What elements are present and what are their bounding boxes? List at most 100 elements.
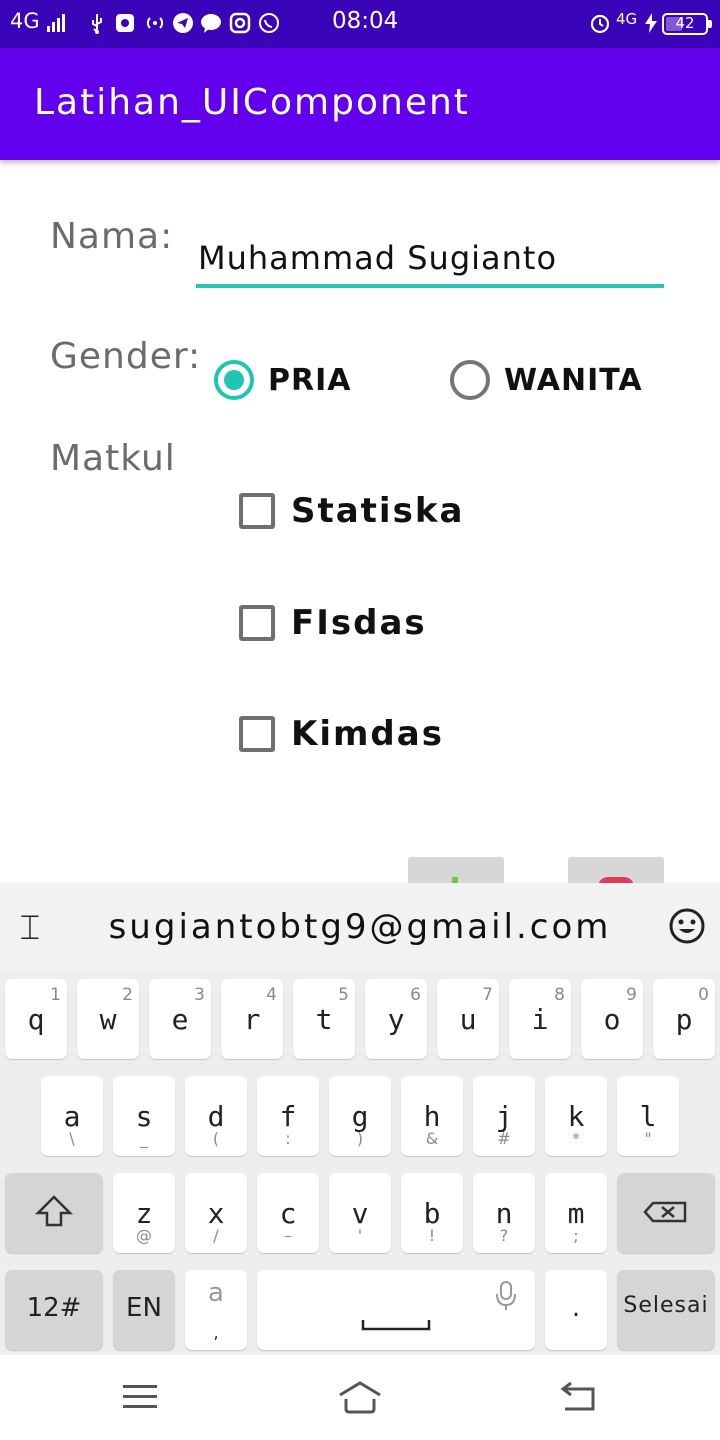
key-y[interactable]: 6y	[365, 979, 427, 1059]
radio-wanita[interactable]: WANITA	[450, 360, 643, 400]
network-type-secondary: 4G	[616, 10, 638, 28]
checkbox-statiska-label: Statiska	[291, 491, 465, 531]
backspace-icon	[643, 1201, 687, 1223]
hotspot-icon	[144, 12, 166, 34]
checkbox-statiska[interactable]: Statiska	[239, 491, 464, 531]
suggestion-text[interactable]: sugiantobtg9@gmail.com	[0, 907, 720, 947]
checkbox-fisdas-label: FIsdas	[291, 603, 427, 643]
alarm-icon	[589, 12, 611, 34]
usb-icon	[86, 12, 108, 34]
key-symbol: *	[572, 1129, 580, 1148]
key-c[interactable]: c –	[257, 1173, 319, 1253]
key-b[interactable]: b!	[401, 1173, 463, 1253]
key-symbol: @	[136, 1226, 152, 1245]
gender-label: Gender:	[50, 336, 202, 377]
key-symbol: #	[497, 1129, 511, 1148]
key-w[interactable]: 2w	[77, 979, 139, 1059]
done-key[interactable]: Selesai	[617, 1270, 715, 1350]
key-symbol: !	[428, 1226, 436, 1245]
app-bar: Latihan_UIComponent	[0, 48, 720, 160]
key-h[interactable]: h &	[401, 1076, 463, 1156]
key-g[interactable]: g)	[329, 1076, 391, 1156]
telegram-icon	[172, 12, 194, 34]
key-j[interactable]: j #	[473, 1076, 535, 1156]
radio-selected-icon[interactable]	[214, 360, 254, 400]
key-hint: 6	[410, 985, 421, 1005]
key-l[interactable]: l "	[617, 1076, 679, 1156]
key-hint: 8	[554, 985, 565, 1005]
chat-icon	[200, 12, 222, 34]
language-label: EN	[126, 1293, 162, 1323]
key-q[interactable]: 1q	[5, 979, 67, 1059]
radio-pria[interactable]: PRIA	[214, 360, 351, 400]
key-letter: i	[531, 1003, 549, 1036]
emoji-icon[interactable]	[668, 907, 706, 945]
key-x[interactable]: x /	[185, 1173, 247, 1253]
language-key[interactable]: EN	[113, 1270, 175, 1350]
instagram-icon	[229, 12, 251, 34]
key-f[interactable]: f:	[257, 1076, 319, 1156]
key-k[interactable]: k *	[545, 1076, 607, 1156]
key-symbol: (	[212, 1129, 220, 1148]
key-letter: y	[387, 1003, 405, 1036]
key-u[interactable]: 7u	[437, 979, 499, 1059]
back-icon[interactable]	[557, 1377, 603, 1417]
key-symbol: ;	[573, 1226, 579, 1245]
clock: 08:04	[332, 8, 399, 34]
key-hint: 2	[122, 985, 133, 1005]
symbols-label: 12#	[26, 1293, 82, 1323]
key-hint: 7	[482, 985, 493, 1005]
key-symbol: –	[284, 1226, 292, 1245]
period-key[interactable]: .	[545, 1270, 607, 1350]
backspace-key[interactable]	[617, 1173, 715, 1253]
checkbox-icon[interactable]	[239, 716, 275, 752]
key-letter: q	[27, 1003, 45, 1036]
key-s[interactable]: s _	[113, 1076, 175, 1156]
checkbox-icon[interactable]	[239, 493, 275, 529]
key-hint: 3	[194, 985, 205, 1005]
key-symbol: )	[356, 1129, 364, 1148]
checkbox-icon[interactable]	[239, 605, 275, 641]
key-z[interactable]: z @	[113, 1173, 175, 1253]
home-icon[interactable]	[337, 1377, 383, 1417]
key-letter: r	[243, 1003, 261, 1036]
key-p[interactable]: 0p	[653, 979, 715, 1059]
period-label: .	[571, 1293, 581, 1323]
key-r[interactable]: 4r	[221, 979, 283, 1059]
key-a[interactable]: a \	[41, 1076, 103, 1156]
nama-input[interactable]	[196, 232, 664, 288]
network-type: 4G	[10, 9, 40, 33]
checkbox-kimdas-label: Kimdas	[291, 714, 444, 754]
shift-key[interactable]	[5, 1173, 103, 1253]
key-o[interactable]: 9o	[581, 979, 643, 1059]
key-symbol: _	[140, 1129, 148, 1148]
checkbox-fisdas[interactable]: FIsdas	[239, 603, 427, 643]
key-v[interactable]: v '	[329, 1173, 391, 1253]
key-hint: 1	[50, 985, 61, 1005]
matkul-label: Matkul	[50, 438, 176, 479]
checkbox-kimdas[interactable]: Kimdas	[239, 714, 444, 754]
radio-unselected-icon[interactable]	[450, 360, 490, 400]
key-symbol: ?	[499, 1226, 509, 1245]
nama-label: Nama:	[50, 216, 174, 257]
key-symbol: "	[644, 1129, 652, 1148]
punctuation-key[interactable]: a,	[185, 1270, 247, 1350]
punctuation-main: a	[208, 1278, 224, 1308]
key-hint: 9	[626, 985, 637, 1005]
space-key[interactable]	[257, 1270, 535, 1350]
key-m[interactable]: m;	[545, 1173, 607, 1253]
punctuation-sub: ,	[213, 1323, 219, 1342]
mic-icon	[496, 1281, 516, 1310]
key-e[interactable]: 3e	[149, 979, 211, 1059]
key-t[interactable]: 5t	[293, 979, 355, 1059]
battery-indicator: 42	[662, 13, 712, 35]
key-d[interactable]: d(	[185, 1076, 247, 1156]
symbols-key[interactable]: 12#	[5, 1270, 103, 1350]
key-letter: o	[603, 1003, 621, 1036]
soft-keyboard: ⌶ sugiantobtg9@gmail.com 1q2w3e4r5t6y7u8…	[0, 883, 720, 1355]
key-i[interactable]: 8i	[509, 979, 571, 1059]
key-letter: p	[675, 1003, 693, 1036]
menu-icon[interactable]	[117, 1377, 163, 1417]
key-n[interactable]: n?	[473, 1173, 535, 1253]
key-symbol: '	[357, 1226, 363, 1245]
